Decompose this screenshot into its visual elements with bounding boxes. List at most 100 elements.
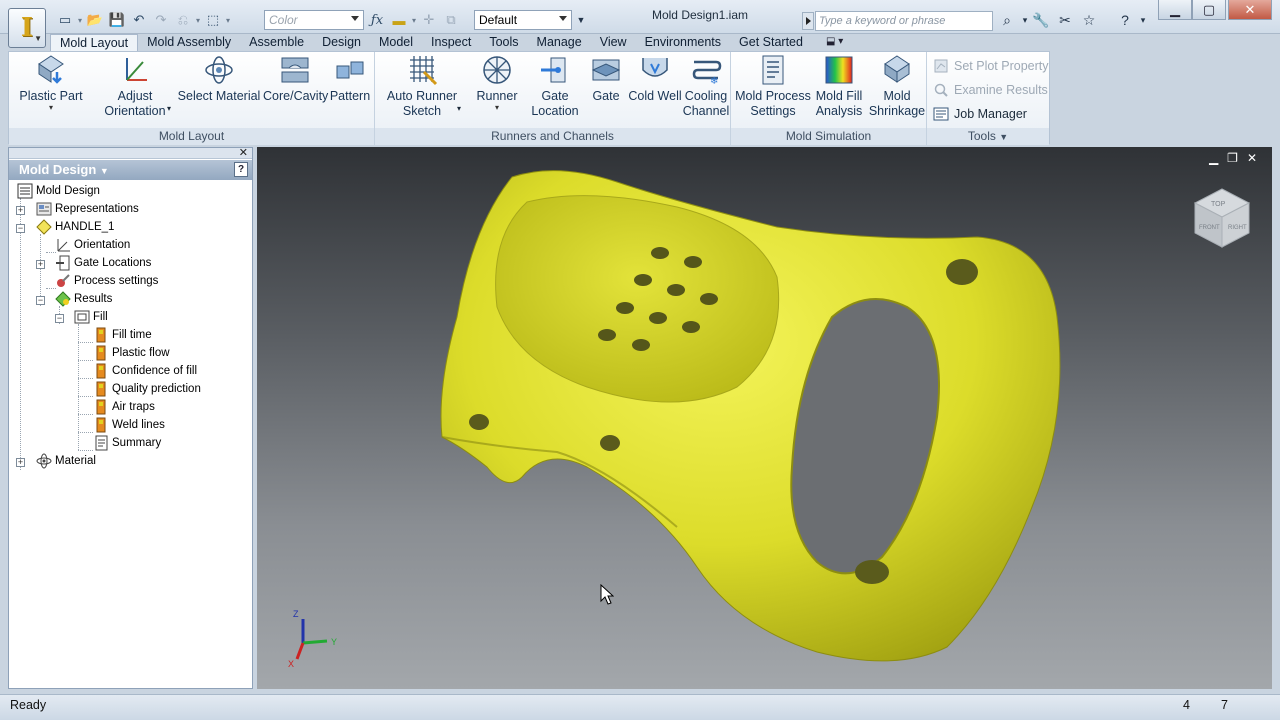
search-expand-button[interactable]: [802, 12, 814, 30]
tree-node-orientation[interactable]: Orientation: [55, 236, 130, 254]
mold-fill-analysis-button[interactable]: Mold Fill Analysis: [811, 54, 867, 119]
maximize-button[interactable]: ▢: [1192, 0, 1226, 20]
tab-mold-layout[interactable]: Mold Layout: [50, 34, 139, 51]
style-select[interactable]: Default: [474, 10, 572, 30]
return-icon[interactable]: ⎌: [172, 10, 194, 30]
chevron-down-icon[interactable]: ▾: [224, 16, 232, 25]
tree-node-handle[interactable]: HANDLE_1: [36, 218, 114, 236]
tree-node-process-settings[interactable]: Process settings: [55, 272, 158, 290]
status-bar: Ready 4 7: [0, 694, 1280, 720]
panel-title-tools[interactable]: Tools ▼: [927, 128, 1049, 145]
tree-node-quality-prediction[interactable]: Quality prediction: [93, 380, 201, 398]
save-icon[interactable]: 💾: [106, 10, 128, 30]
panel-title-mold-layout[interactable]: Mold Layout: [9, 128, 374, 145]
tab-mold-assembly[interactable]: Mold Assembly: [138, 34, 240, 51]
gate-button[interactable]: Gate: [585, 54, 627, 104]
tree-node-gate-locations[interactable]: Gate Locations: [55, 254, 151, 272]
examine-results-button[interactable]: Examine Results: [933, 80, 1048, 100]
tree-node-air-traps[interactable]: Air traps: [93, 398, 155, 416]
chevron-down-icon[interactable]: ▾: [194, 16, 202, 25]
runner-button[interactable]: Runner ▾: [469, 54, 525, 112]
axis-triad: Z Y X: [288, 609, 337, 669]
core-cavity-button[interactable]: Core/Cavity: [263, 54, 328, 104]
tree-node-weld-lines[interactable]: Weld lines: [93, 416, 165, 434]
pattern-label: Pattern: [329, 89, 371, 103]
search-input[interactable]: Type a keyword or phrase: [815, 11, 993, 31]
measure-icon[interactable]: ▬: [388, 10, 410, 30]
collapse-handle-toggle[interactable]: −: [16, 224, 25, 233]
subscription-icon[interactable]: ✂: [1054, 10, 1076, 30]
color-override-select[interactable]: Color: [264, 10, 364, 30]
pattern-button[interactable]: Pattern: [327, 54, 373, 104]
mold-process-settings-button[interactable]: Mold Process Settings: [733, 54, 813, 119]
set-plot-property-button[interactable]: Set Plot Property: [933, 56, 1049, 76]
customize-qat-icon[interactable]: ▼: [570, 10, 592, 30]
browser-grip[interactable]: ✕: [9, 146, 252, 159]
wrench-icon[interactable]: 🔧: [1030, 10, 1052, 30]
tree-node-fill-time[interactable]: Fill time: [93, 326, 152, 344]
plus-icon[interactable]: ✛: [418, 10, 440, 30]
chevron-down-icon[interactable]: ▾: [457, 104, 461, 113]
chevron-down-icon[interactable]: ▾: [410, 16, 418, 25]
plastic-part-button[interactable]: Plastic Part ▾: [15, 54, 87, 112]
chevron-down-icon[interactable]: ▾: [1132, 10, 1154, 30]
fill-folder-icon: [74, 310, 90, 324]
tab-view[interactable]: View: [591, 34, 636, 51]
select-material-button[interactable]: Select Material: [177, 54, 261, 104]
select-icon[interactable]: ⬚: [202, 10, 224, 30]
tab-tools[interactable]: Tools: [480, 34, 527, 51]
ribbon-display-toggle-icon[interactable]: ⬓ ▾: [812, 34, 843, 51]
z-axis-label: Z: [293, 609, 299, 619]
new-file-icon[interactable]: ▭: [54, 10, 76, 30]
graphics-viewport[interactable]: ▁❐✕ TOP FRONT RIGHT Z Y X: [257, 147, 1272, 689]
tree-node-representations[interactable]: Representations: [36, 200, 139, 218]
tab-design[interactable]: Design: [313, 34, 370, 51]
tab-model[interactable]: Model: [370, 34, 422, 51]
tree-node-material[interactable]: Material: [36, 452, 96, 470]
tree-node-results[interactable]: Results: [55, 290, 112, 308]
application-menu-button[interactable]: I ▼: [8, 8, 46, 48]
tree-label: Results: [74, 293, 113, 305]
adjust-orientation-button[interactable]: Adjust Orientation: [97, 54, 173, 119]
gate-location-icon: [541, 57, 566, 83]
close-icon[interactable]: ✕: [239, 146, 248, 159]
chevron-down-icon[interactable]: ▾: [167, 104, 171, 113]
handle-part-model[interactable]: [257, 147, 1272, 689]
gate-location-button[interactable]: Gate Location: [527, 54, 583, 119]
open-folder-icon[interactable]: 📂: [84, 10, 106, 30]
tab-inspect[interactable]: Inspect: [422, 34, 480, 51]
star-icon[interactable]: ☆: [1078, 10, 1100, 30]
mold-shrinkage-button[interactable]: Mold Shrinkage: [867, 54, 927, 119]
chevron-down-icon[interactable]: ▾: [76, 16, 84, 25]
close-button[interactable]: ✕: [1228, 0, 1272, 20]
function-icon[interactable]: ƒx: [366, 10, 388, 30]
tree-node-fill[interactable]: Fill: [74, 308, 108, 326]
tab-manage[interactable]: Manage: [528, 34, 591, 51]
auto-runner-sketch-button[interactable]: Auto Runner Sketch: [383, 54, 461, 119]
tree-node-summary[interactable]: Summary: [93, 434, 161, 452]
panel-title-runners-and-channels[interactable]: Runners and Channels: [375, 128, 730, 145]
expand-gate-locations-toggle[interactable]: +: [36, 260, 45, 269]
panel-title-mold-simulation[interactable]: Mold Simulation: [731, 128, 926, 145]
collapse-fill-toggle[interactable]: −: [55, 314, 64, 323]
expand-representations-toggle[interactable]: +: [16, 206, 25, 215]
collapse-results-toggle[interactable]: −: [36, 296, 45, 305]
tab-environments[interactable]: Environments: [636, 34, 730, 51]
update-icon[interactable]: ⧉: [440, 10, 462, 30]
tree-node-plastic-flow[interactable]: Plastic flow: [93, 344, 170, 362]
undo-icon[interactable]: ↶: [128, 10, 150, 30]
cooling-channel-button[interactable]: ❄ Cooling Channel: [681, 54, 731, 119]
expand-material-toggle[interactable]: +: [16, 458, 25, 467]
redo-icon[interactable]: ↷: [150, 10, 172, 30]
cold-well-button[interactable]: Cold Well: [625, 54, 685, 104]
result-plot-icon: [96, 345, 106, 361]
tree-node-confidence-of-fill[interactable]: Confidence of fill: [93, 362, 197, 380]
job-manager-button[interactable]: Job Manager: [933, 104, 1027, 124]
results-icon: [55, 291, 71, 307]
minimize-button[interactable]: ▁: [1158, 0, 1192, 20]
tab-assemble[interactable]: Assemble: [240, 34, 313, 51]
tree-node-mold-design[interactable]: Mold Design: [17, 182, 100, 200]
help-icon[interactable]: ?: [234, 162, 248, 177]
tab-get-started[interactable]: Get Started: [730, 34, 812, 51]
browser-header[interactable]: Mold Design ▼ ?: [9, 160, 252, 180]
